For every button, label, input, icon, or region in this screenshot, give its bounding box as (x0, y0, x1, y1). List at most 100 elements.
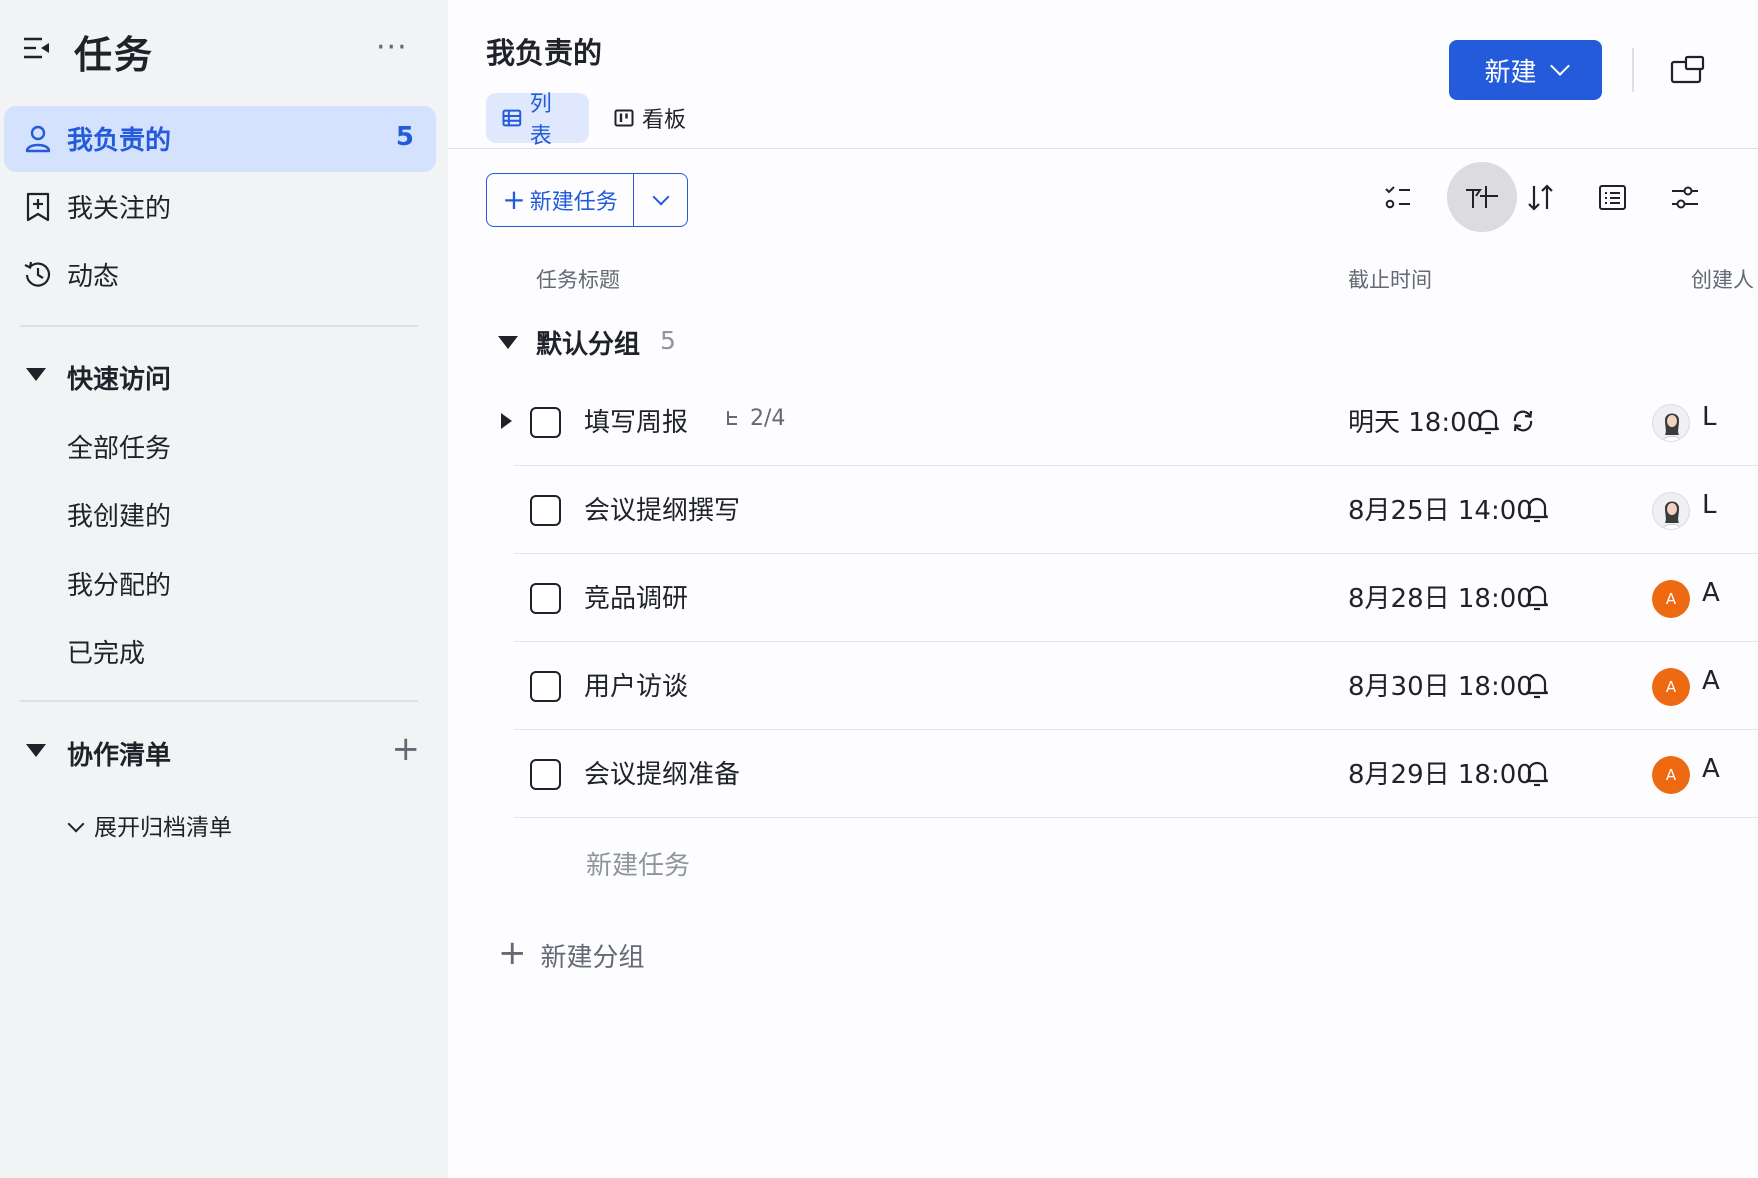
collapse-sidebar-icon[interactable] (22, 34, 52, 64)
nav-item-label: 我负责的 (67, 126, 172, 156)
tab-label: 看板 (642, 108, 687, 133)
task-due[interactable]: 8月29日 18:00 (1348, 754, 1533, 791)
quick-item-all-tasks[interactable]: 全部任务 (67, 428, 171, 465)
section-title: 协作清单 (67, 741, 172, 771)
task-checkbox[interactable] (530, 759, 561, 790)
new-task-label: 新建任务 (529, 190, 618, 215)
collapse-triangle-icon (498, 336, 518, 349)
collapse-triangle-icon (26, 744, 46, 757)
subtask-count: 2/4 (750, 406, 786, 431)
creator-name: L (1702, 490, 1717, 520)
checklist-filter-icon[interactable] (1376, 176, 1420, 220)
new-task-button-group: + 新建任务 (486, 173, 688, 227)
new-button-label: 新建 (1484, 57, 1537, 88)
bell-icon (1476, 409, 1500, 435)
kanban-icon (614, 109, 634, 127)
creator-name: L (1702, 402, 1717, 432)
divider (1632, 48, 1634, 92)
bell-icon (1525, 497, 1549, 523)
column-header-creator[interactable]: 创建人 (1691, 264, 1754, 294)
task-row[interactable]: 填写周报 2/4 明天 18:00 L (501, 378, 1758, 466)
task-title[interactable]: 会议提纲准备 (584, 754, 740, 791)
nav-item-following[interactable]: 我关注的 (4, 174, 436, 240)
new-group-button[interactable]: + 新建分组 (498, 933, 645, 975)
tab-label: 列表 (529, 92, 552, 149)
section-title: 快速访问 (67, 365, 172, 395)
group-name: 默认分组 (536, 330, 641, 360)
quick-item-created[interactable]: 我创建的 (67, 496, 171, 533)
collapse-triangle-icon (26, 368, 46, 381)
tab-kanban[interactable]: 看板 (598, 93, 702, 143)
chevron-down-icon (1549, 56, 1570, 76)
avatar[interactable]: A (1652, 580, 1690, 618)
avatar[interactable] (1652, 492, 1690, 530)
task-title[interactable]: 用户访谈 (584, 666, 688, 703)
bookmark-icon (26, 192, 50, 222)
task-row[interactable]: 会议提纲准备 8月29日 18:00 A A (514, 730, 1758, 818)
nav-item-my-responsible[interactable]: 我负责的 5 (4, 106, 436, 172)
tab-list[interactable]: 列表 (486, 92, 589, 149)
more-icon[interactable]: ··· (376, 30, 408, 65)
new-task-button[interactable]: + 新建任务 (487, 174, 634, 226)
main-panel: 我负责的 列表 看板 新建 + 新建任务 任务标题 截止时间 创建人 默认分组 … (448, 0, 1758, 1178)
task-checkbox[interactable] (530, 495, 561, 526)
nav-item-label: 动态 (67, 262, 120, 292)
avatar[interactable]: A (1652, 756, 1690, 794)
settings-sliders-icon[interactable] (1663, 176, 1707, 220)
subtask-progress[interactable]: 2/4 (724, 406, 785, 431)
column-header-due[interactable]: 截止时间 (1348, 264, 1432, 294)
list-table-icon (502, 109, 522, 127)
task-row[interactable]: 会议提纲撰写 8月25日 14:00 L (514, 466, 1758, 554)
section-collab-list[interactable]: 协作清单 + (24, 729, 424, 775)
column-header-title[interactable]: 任务标题 (536, 264, 620, 294)
subtask-icon (727, 410, 737, 425)
task-due[interactable]: 明天 18:00 (1348, 402, 1483, 439)
task-checkbox[interactable] (530, 671, 561, 702)
avatar[interactable]: A (1652, 668, 1690, 706)
task-row[interactable]: 用户访谈 8月30日 18:00 A A (514, 642, 1758, 730)
person-icon (25, 125, 51, 153)
group-by-icon[interactable] (1460, 176, 1504, 220)
task-title[interactable]: 竞品调研 (584, 578, 688, 615)
app-title: 任务 (74, 33, 155, 77)
task-checkbox[interactable] (530, 583, 561, 614)
creator-name: A (1702, 578, 1720, 608)
plus-icon: + (498, 933, 527, 973)
history-icon (24, 261, 51, 287)
task-checkbox[interactable] (530, 407, 561, 438)
nav-item-activity[interactable]: 动态 (4, 242, 436, 308)
task-row[interactable]: 竞品调研 8月28日 18:00 A A (514, 554, 1758, 642)
group-count: 5 (660, 326, 676, 355)
divider (20, 325, 418, 327)
task-due[interactable]: 8月28日 18:00 (1348, 578, 1533, 615)
avatar[interactable] (1652, 404, 1690, 442)
creator-name: A (1702, 666, 1720, 696)
divider (20, 700, 418, 702)
section-quick-access[interactable]: 快速访问 (24, 355, 424, 399)
divider (448, 148, 1758, 149)
quick-item-assigned[interactable]: 我分配的 (67, 565, 171, 602)
sort-icon[interactable] (1519, 176, 1563, 220)
bell-icon (1525, 761, 1549, 787)
task-title[interactable]: 会议提纲撰写 (584, 490, 740, 527)
nav-item-label: 我关注的 (67, 194, 172, 224)
task-due[interactable]: 8月25日 14:00 (1348, 490, 1533, 527)
expand-subtasks-icon[interactable] (501, 413, 512, 429)
inline-new-task[interactable]: 新建任务 (586, 845, 690, 882)
creator-name: A (1702, 754, 1720, 784)
add-list-icon[interactable]: + (392, 729, 421, 769)
chevron-down-icon (67, 815, 85, 833)
field-display-icon[interactable] (1591, 176, 1635, 220)
repeat-icon (1513, 410, 1533, 432)
plus-icon: + (502, 182, 526, 216)
new-group-label: 新建分组 (540, 942, 645, 973)
quick-item-completed[interactable]: 已完成 (67, 633, 145, 670)
nav-item-count: 5 (395, 122, 414, 152)
open-in-window-icon[interactable] (1670, 54, 1706, 86)
task-title[interactable]: 填写周报 (584, 402, 688, 439)
task-due[interactable]: 8月30日 18:00 (1348, 666, 1533, 703)
new-task-dropdown-button[interactable] (634, 174, 687, 226)
new-button[interactable]: 新建 (1449, 40, 1602, 100)
expand-archived-label: 展开归档清单 (94, 815, 232, 841)
expand-archived-button[interactable]: 展开归档清单 (66, 808, 232, 842)
